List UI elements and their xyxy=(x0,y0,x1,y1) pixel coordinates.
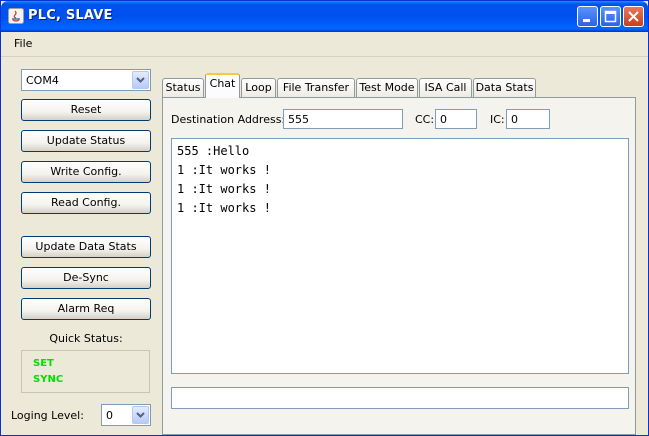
port-select-dropdown-button[interactable] xyxy=(132,71,149,89)
cc-label: CC: xyxy=(415,113,435,126)
app-window: PLC, SLAVE File COM4 Reset Update Status… xyxy=(0,0,649,436)
minimize-icon xyxy=(583,19,590,22)
update-data-stats-button[interactable]: Update Data Stats xyxy=(21,236,151,258)
chat-message-input[interactable] xyxy=(171,387,629,409)
chat-message: 1 :It works ! xyxy=(177,163,271,177)
chat-message: 555 :Hello xyxy=(177,144,250,158)
main-content: COM4 Reset Update Status Write Config. R… xyxy=(5,57,644,435)
de-sync-button[interactable]: De-Sync xyxy=(21,267,151,289)
read-config-button[interactable]: Read Config. xyxy=(21,192,151,214)
destination-address-label: Destination Address: xyxy=(171,113,286,126)
update-status-button[interactable]: Update Status xyxy=(21,130,151,152)
title-bar[interactable]: PLC, SLAVE xyxy=(1,1,648,32)
port-select[interactable]: COM4 xyxy=(21,69,151,91)
destination-address-field[interactable]: 555 xyxy=(283,109,403,129)
quick-status-label: Quick Status: xyxy=(49,332,123,345)
close-icon xyxy=(628,11,639,22)
chat-log[interactable]: 555 :Hello 1 :It works ! 1 :It works ! 1… xyxy=(171,138,629,374)
chat-message: 1 :It works ! xyxy=(177,182,271,196)
tab-loop[interactable]: Loop xyxy=(241,78,276,97)
java-app-icon xyxy=(8,8,24,24)
menu-bar: File xyxy=(1,32,648,57)
tab-status[interactable]: Status xyxy=(162,78,204,97)
tab-file-transfer[interactable]: File Transfer xyxy=(277,78,355,97)
minimize-button[interactable] xyxy=(577,6,598,27)
logging-level-dropdown-button[interactable] xyxy=(132,406,149,424)
port-select-value: COM4 xyxy=(26,74,59,87)
close-button[interactable] xyxy=(623,6,644,27)
ic-label: IC: xyxy=(490,113,505,126)
maximize-icon xyxy=(604,10,617,23)
chevron-down-icon xyxy=(136,77,145,83)
tab-test-mode[interactable]: Test Mode xyxy=(356,78,418,97)
chat-message: 1 :It works ! xyxy=(177,201,271,215)
tab-isa-call[interactable]: ISA Call xyxy=(419,78,472,97)
menu-file[interactable]: File xyxy=(14,37,32,50)
reset-button[interactable]: Reset xyxy=(21,99,151,121)
chevron-down-icon xyxy=(136,412,145,418)
logging-level-select[interactable]: 0 xyxy=(101,404,151,426)
status-sync: SYNC xyxy=(33,374,64,385)
write-config-button[interactable]: Write Config. xyxy=(21,161,151,183)
tab-chat[interactable]: Chat xyxy=(205,73,240,98)
logging-level-label: Loging Level: xyxy=(11,409,84,422)
alarm-req-button[interactable]: Alarm Req xyxy=(21,298,151,320)
cc-field[interactable]: 0 xyxy=(435,109,477,129)
status-set: SET xyxy=(33,358,54,369)
ic-field[interactable]: 0 xyxy=(506,109,550,129)
maximize-button[interactable] xyxy=(600,6,621,27)
tab-data-stats[interactable]: Data Stats xyxy=(473,78,536,97)
logging-level-value: 0 xyxy=(106,409,113,422)
window-title: PLC, SLAVE xyxy=(28,8,113,23)
quick-status-panel: SET SYNC xyxy=(21,350,150,393)
